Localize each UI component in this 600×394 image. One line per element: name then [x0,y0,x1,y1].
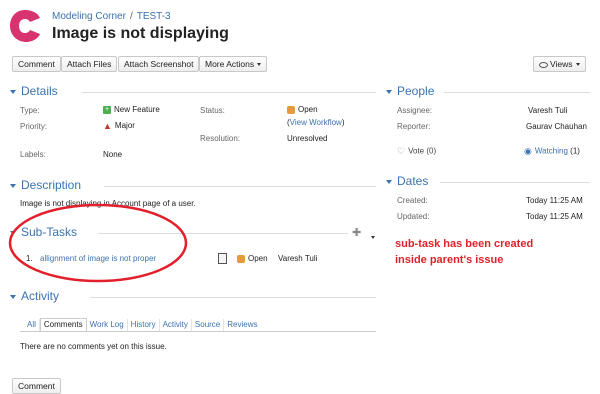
assignee-value: Varesh Tuli [528,106,568,115]
annotation-ellipse [8,203,188,283]
status-open-icon [287,105,295,114]
status-value-text: Open [298,105,318,114]
vote: ♡ Vote (0) [397,146,436,157]
vote-label: Vote [408,146,425,156]
updated-label: Updated: [397,212,430,221]
subtask-options-dropdown[interactable] [368,229,375,247]
description-section-toggle[interactable]: Description [10,178,81,192]
more-actions-button[interactable]: More Actions [199,56,268,72]
created-label: Created: [397,196,428,205]
status-open-icon [237,254,245,263]
watching-link[interactable]: Watching [535,147,568,156]
people-section-toggle[interactable]: People [386,84,434,98]
chevron-down-icon [575,63,580,67]
attach-screenshot-button[interactable]: Attach Screenshot [118,56,200,72]
activity-section-toggle[interactable]: Activity [10,289,59,303]
subtask-status-text: Open [248,254,268,263]
description-divider [104,186,376,187]
labels-value: None [103,150,123,159]
activity-heading: Activity [21,289,60,303]
project-logo [10,10,40,42]
details-divider [82,92,376,93]
attach-files-button[interactable]: Attach Files [61,56,118,72]
vote-count: (0) [426,146,437,156]
breadcrumb-project-link[interactable]: Modeling Corner [52,11,126,22]
eye-icon [539,61,548,68]
dates-heading: Dates [397,174,429,188]
watching-count: (1) [570,146,580,156]
priority-value: ▲ Major [103,121,135,131]
attach-files-label: Attach Files [67,59,112,69]
views-label: Views [550,59,573,69]
assignee-label: Assignee: [397,106,433,115]
annotation-line-2: inside parent's issue [395,254,504,266]
watch-eye-icon: ◉ [524,146,532,156]
resolution-label: Resolution: [200,134,241,143]
collapse-triangle-icon [386,179,392,184]
tab-work-log[interactable]: Work Log [87,319,128,331]
status-label: Status: [200,106,225,115]
resolution-value: Unresolved [287,134,328,143]
tab-history[interactable]: History [128,319,160,331]
watching: ◉ Watching (1) [524,146,580,157]
dates-divider [440,182,590,183]
tab-comments[interactable]: Comments [39,318,87,332]
details-heading: Details [21,84,58,98]
breadcrumb: Modeling Corner / TEST-3 [52,11,171,22]
annotation-line-1: sub-task has been created [395,238,534,250]
add-subtask-icon[interactable]: ✚ [352,226,361,239]
reporter-value: Gaurav Chauhan [526,122,587,131]
comment-button-label: Comment [18,59,55,69]
subtask-type-icon [218,253,227,264]
collapse-triangle-icon [10,183,16,188]
attach-screenshot-label: Attach Screenshot [124,59,194,69]
breadcrumb-separator: / [129,11,133,22]
view-workflow-link[interactable]: View Workflow [290,118,342,127]
people-divider [444,92,590,93]
tab-reviews[interactable]: Reviews [224,319,260,331]
details-section-toggle[interactable]: Details [10,84,58,98]
view-workflow: (View Workflow) [287,118,345,127]
priority-major-arrow-icon: ▲ [103,121,112,131]
type-label: Type: [20,106,40,115]
issue-title: Image is not displaying [52,25,229,42]
thumbs-up-icon: ♡ [397,146,406,156]
activity-divider [90,297,376,298]
status-value: Open [287,105,318,114]
bottom-comment-button[interactable]: Comment [12,378,61,394]
annotation-text: sub-task has been created inside parent'… [395,236,533,268]
created-value: Today 11:25 AM [526,196,583,205]
type-value: + New Feature [103,105,160,114]
more-actions-label: More Actions [205,59,255,69]
tab-all[interactable]: All [24,319,40,331]
labels-label: Labels: [20,150,46,159]
no-comments-text: There are no comments yet on this issue. [20,342,167,351]
view-workflow-close-paren: ) [341,118,345,127]
collapse-triangle-icon [386,89,392,94]
collapse-triangle-icon [10,89,16,94]
priority-value-text: Major [114,121,135,131]
updated-value: Today 11:25 AM [526,212,583,221]
tab-activity[interactable]: Activity [160,319,192,331]
chevron-down-icon [257,63,262,67]
people-heading: People [397,84,435,98]
reporter-label: Reporter: [397,122,431,131]
description-heading: Description [21,178,82,192]
priority-label: Priority: [20,122,48,131]
views-button[interactable]: Views [533,56,586,72]
type-value-text: New Feature [114,105,160,114]
tab-source[interactable]: Source [192,319,225,331]
new-feature-icon: + [103,105,111,114]
tabs-underline [20,331,376,332]
breadcrumb-issue-key-link[interactable]: TEST-3 [137,11,171,22]
activity-tabs: All Comments Work Log History Activity Source… [24,318,261,332]
collapse-triangle-icon [10,294,16,299]
subtask-status: Open [237,254,268,263]
subtask-assignee: Varesh Tuli [278,254,318,263]
chevron-down-icon [371,236,375,240]
comment-button[interactable]: Comment [12,56,61,72]
bottom-comment-label: Comment [18,381,55,391]
dates-section-toggle[interactable]: Dates [386,174,428,188]
